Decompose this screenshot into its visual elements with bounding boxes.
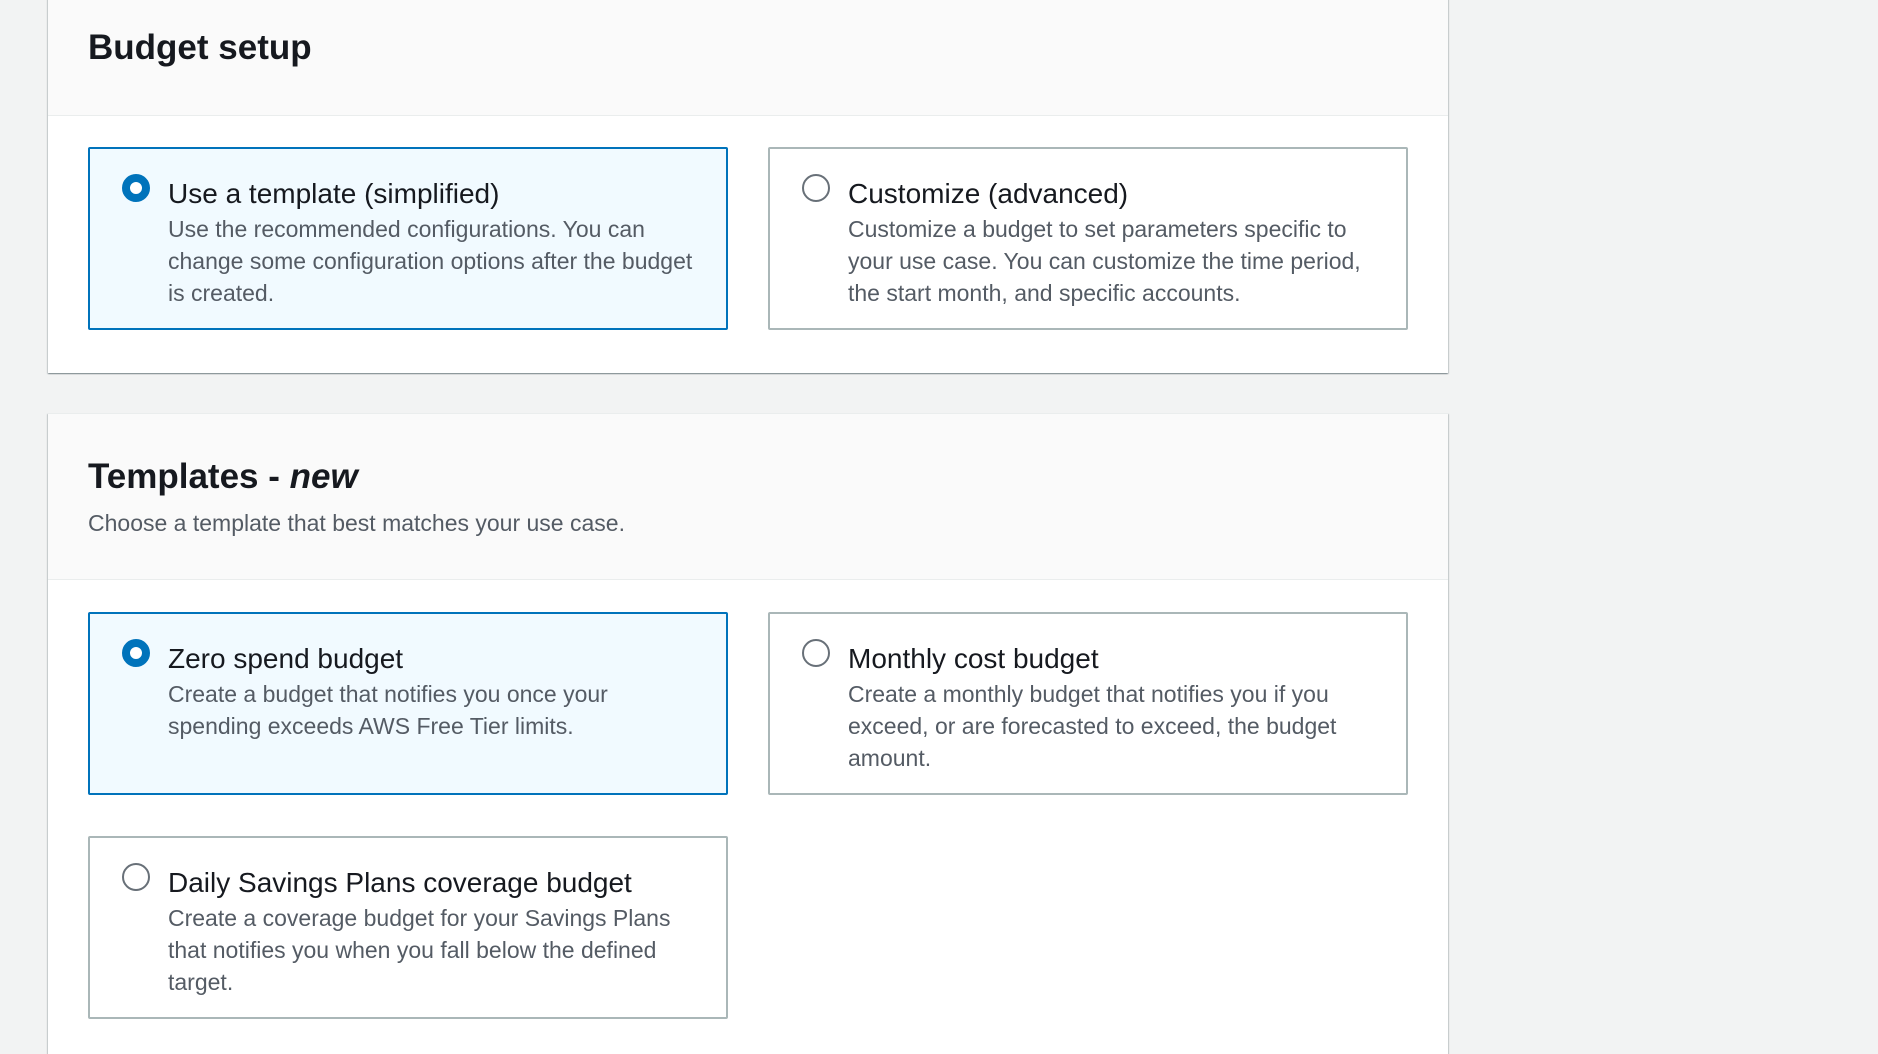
option-customize-tile[interactable]: Customize (advanced) Customize a budget …: [768, 147, 1408, 330]
customize-radio[interactable]: [802, 174, 830, 202]
use-template-description: Use the recommended configurations. You …: [168, 216, 693, 306]
daily-savings-plans-description: Create a coverage budget for your Saving…: [168, 905, 671, 995]
option-use-template-tile[interactable]: Use a template (simplified) Use the reco…: [88, 147, 728, 330]
template-zero-spend-tile[interactable]: Zero spend budget Create a budget that n…: [88, 612, 728, 795]
templates-header: Templates - new Choose a template that b…: [48, 414, 1448, 580]
templates-body: Zero spend budget Create a budget that n…: [48, 580, 1448, 1054]
customize-description: Customize a budget to set parameters spe…: [848, 216, 1361, 306]
monthly-cost-radio[interactable]: [802, 639, 830, 667]
budget-setup-body: Use a template (simplified) Use the reco…: [48, 116, 1448, 373]
use-template-label: Use a template (simplified): [168, 178, 500, 209]
budget-setup-title: Budget setup: [88, 28, 312, 67]
zero-spend-label: Zero spend budget: [168, 643, 404, 674]
budget-setup-panel: Budget setup Use a template (simplified)…: [48, 0, 1448, 373]
templates-title-text: Templates -: [88, 457, 290, 496]
templates-new-badge: new: [289, 457, 358, 496]
daily-savings-plans-label: Daily Savings Plans coverage budget: [168, 867, 632, 898]
zero-spend-description: Create a budget that notifies you once y…: [168, 681, 608, 739]
template-monthly-cost-tile[interactable]: Monthly cost budget Create a monthly bud…: [768, 612, 1408, 795]
template-daily-savings-plans-tile[interactable]: Daily Savings Plans coverage budget Crea…: [88, 836, 728, 1019]
use-template-radio[interactable]: [122, 174, 150, 202]
zero-spend-radio[interactable]: [122, 639, 150, 667]
monthly-cost-description: Create a monthly budget that notifies yo…: [848, 681, 1337, 771]
templates-panel: Templates - new Choose a template that b…: [48, 413, 1448, 1054]
customize-label: Customize (advanced): [848, 178, 1129, 209]
monthly-cost-label: Monthly cost budget: [848, 643, 1099, 674]
daily-savings-plans-radio[interactable]: [122, 863, 150, 891]
templates-title: Templates - new: [88, 456, 1408, 498]
templates-description: Choose a template that best matches your…: [88, 510, 625, 536]
budget-setup-header: Budget setup: [48, 0, 1448, 116]
